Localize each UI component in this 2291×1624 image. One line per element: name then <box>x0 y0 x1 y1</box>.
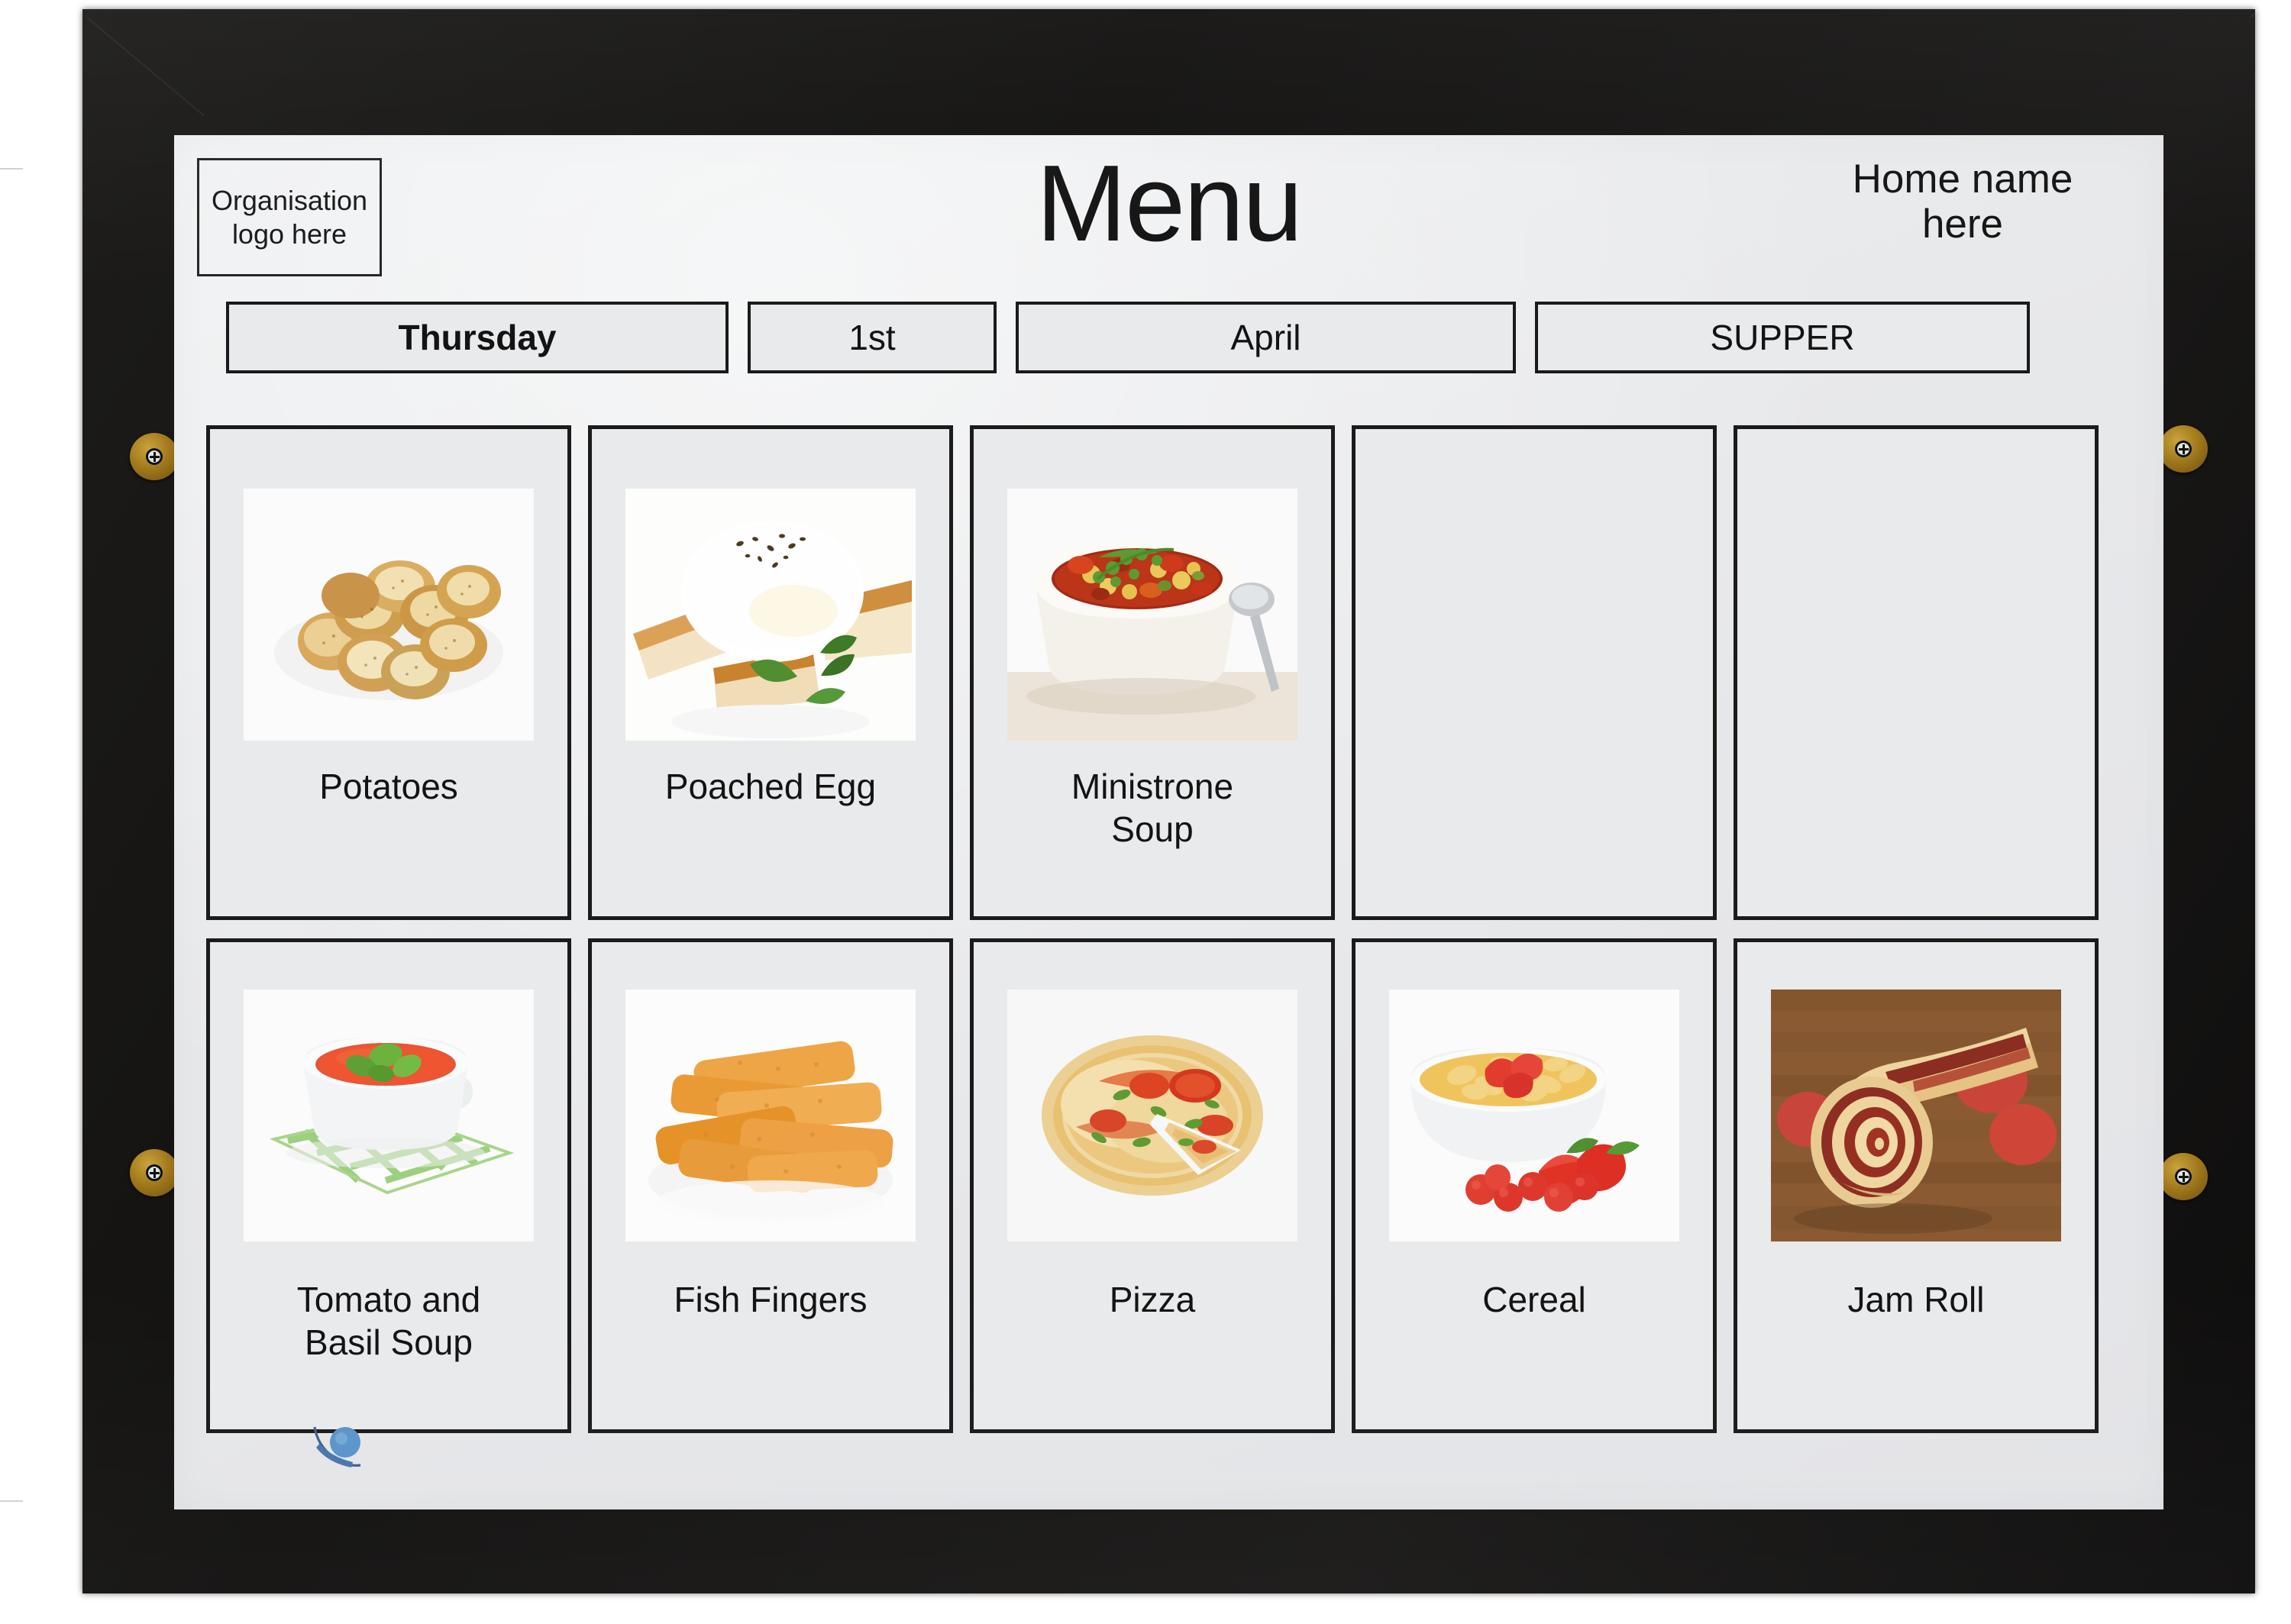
meal-cell[interactable]: SUPPER <box>1535 302 2030 373</box>
menu-item-label: Tomato and Basil Soup <box>221 1278 557 1364</box>
frame-edge-hairline-top <box>0 168 23 170</box>
menu-item-label-line-2: Basil Soup <box>305 1322 473 1363</box>
brass-frame-clip-right-lower[interactable] <box>2159 1153 2208 1200</box>
brass-frame-clip-right-upper[interactable] <box>2159 425 2208 473</box>
jam-roll-photo <box>1771 990 2061 1241</box>
fish-fingers-photo <box>625 990 916 1241</box>
frame-edge-hairline-bottom <box>0 1500 23 1502</box>
menu-row-1: Potatoes Poached Egg Ministrone Soup <box>206 425 2131 920</box>
blue-sphere-sticker-logo <box>310 1421 371 1476</box>
menu-item-label: Jam Roll <box>1847 1280 1985 1319</box>
home-name-line-1: Home name <box>1852 157 2073 202</box>
menu-item-cell[interactable]: Tomato and Basil Soup <box>206 938 571 1433</box>
poached-egg-photo <box>625 489 916 741</box>
menu-item-cell[interactable]: Poached Egg <box>588 425 953 920</box>
menu-header: Organisation logo here Menu Home name he… <box>174 135 2163 299</box>
home-name-line-2: here <box>1921 202 2004 247</box>
menu-item-cell-empty[interactable] <box>1734 425 2099 920</box>
tomato-basil-soup-photo <box>244 990 534 1241</box>
menu-item-cell[interactable]: Fish Fingers <box>588 938 953 1433</box>
menu-item-label: Pizza <box>1109 1280 1196 1319</box>
month-cell[interactable]: April <box>1016 302 1516 373</box>
frame-mitre-top-left <box>86 17 205 117</box>
menu-row-2: Tomato and Basil Soup Fish Fingers Pizza… <box>206 938 2131 1433</box>
date-meal-row: Thursday 1st April SUPPER <box>226 302 2135 373</box>
menu-sheet: Organisation logo here Menu Home name he… <box>174 135 2163 1509</box>
menu-item-label: Ministrone Soup <box>984 765 1320 851</box>
menu-item-label: Cereal <box>1482 1280 1586 1319</box>
menu-board-photo: Organisation logo here Menu Home name he… <box>0 0 2291 1624</box>
roast-potatoes-photo <box>244 489 534 741</box>
menu-item-label: Potatoes <box>319 767 458 806</box>
menu-item-cell-empty[interactable] <box>1352 425 1717 920</box>
menu-item-label-line-1: Tomato and <box>296 1280 481 1319</box>
cereal-berries-photo <box>1389 990 1679 1241</box>
menu-item-cell[interactable]: Pizza <box>970 938 1335 1433</box>
menu-item-grid: Potatoes Poached Egg Ministrone Soup Tom… <box>206 425 2131 1433</box>
menu-item-cell[interactable]: Jam Roll <box>1734 938 2099 1433</box>
frame-mitre-top-right <box>2250 0 2291 18</box>
pizza-photo <box>1007 990 1297 1241</box>
menu-item-cell[interactable]: Cereal <box>1352 938 1717 1433</box>
menu-item-label: Fish Fingers <box>674 1280 868 1319</box>
black-display-frame: Organisation logo here Menu Home name he… <box>82 0 2291 1593</box>
minestrone-soup-photo <box>1007 489 1297 741</box>
day-cell[interactable]: Thursday <box>226 302 729 373</box>
date-cell[interactable]: 1st <box>748 302 997 373</box>
menu-item-cell[interactable]: Ministrone Soup <box>970 425 1335 920</box>
menu-item-cell[interactable]: Potatoes <box>206 425 571 920</box>
brass-frame-clip-left-lower[interactable] <box>130 1149 179 1196</box>
brass-frame-clip-left-upper[interactable] <box>130 433 179 480</box>
menu-item-label-line-2: Soup <box>1111 809 1194 850</box>
home-name-placeholder: Home name here <box>1798 157 2127 247</box>
menu-item-label-line-1: Ministrone <box>1071 767 1234 806</box>
menu-item-label: Poached Egg <box>664 767 877 806</box>
